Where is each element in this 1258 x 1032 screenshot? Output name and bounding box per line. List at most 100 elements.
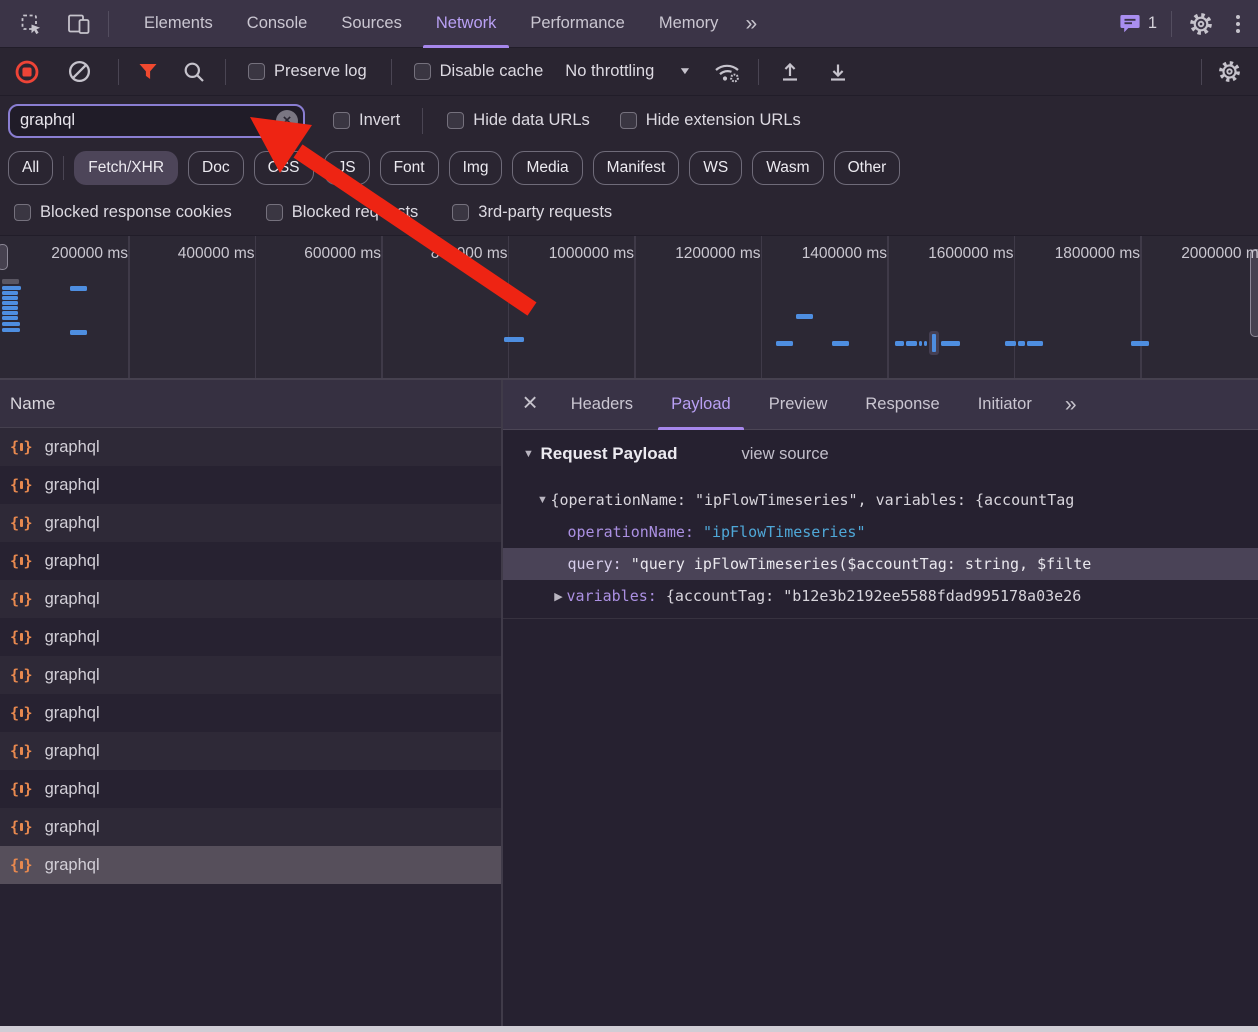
network-conditions-icon[interactable]	[712, 57, 742, 87]
payload-variables-line[interactable]: ▶ variables: {accountTag: "b12e3b2192ee5…	[503, 580, 1258, 612]
issues-count: 1	[1148, 14, 1157, 33]
tab-sources[interactable]: Sources	[324, 0, 419, 48]
record-network-log-icon[interactable]	[12, 57, 42, 87]
waterfall-bar	[924, 341, 927, 346]
tab-network[interactable]: Network	[419, 0, 514, 48]
timeline-tick-label: 1000000 ms	[514, 245, 644, 263]
blocked-requests-checkbox[interactable]	[266, 204, 283, 221]
chip-fetch-xhr[interactable]: Fetch/XHR	[74, 151, 178, 185]
request-row[interactable]: {}graphql	[0, 428, 501, 466]
request-row[interactable]: {}graphql	[0, 808, 501, 846]
issues-button[interactable]: 1	[1119, 13, 1157, 34]
json-request-icon: {}	[10, 704, 33, 722]
clear-network-log-icon[interactable]	[64, 57, 94, 87]
timeline-tick-label: 800000 ms	[388, 245, 518, 263]
request-row[interactable]: {}graphql	[0, 770, 501, 808]
collapse-triangle-icon[interactable]: ▼	[521, 448, 537, 460]
view-source-link[interactable]: view source	[742, 445, 829, 464]
close-details-icon[interactable]: ×	[503, 387, 552, 422]
selected-request-marker	[929, 331, 939, 355]
brace-bar	[20, 481, 23, 489]
network-settings-gear-icon[interactable]	[1214, 57, 1244, 87]
waterfall-bar	[2, 301, 18, 305]
kebab-menu-icon[interactable]	[1230, 15, 1246, 33]
throttling-select[interactable]: No throttling ▼	[565, 62, 690, 81]
chip-wasm[interactable]: Wasm	[752, 151, 823, 185]
request-row[interactable]: {}graphql	[0, 656, 501, 694]
payload-operation-line[interactable]: operationName: "ipFlowTimeseries"	[503, 516, 1258, 548]
request-row[interactable]: {}graphql	[0, 732, 501, 770]
settings-gear-icon[interactable]	[1186, 9, 1216, 39]
network-overview-timeline[interactable]: 200000 ms400000 ms600000 ms800000 ms1000…	[0, 235, 1258, 380]
payload-key: variables:	[567, 587, 657, 605]
details-tab-headers[interactable]: Headers	[552, 380, 652, 430]
chip-all[interactable]: All	[8, 151, 53, 185]
details-tab-initiator[interactable]: Initiator	[959, 380, 1051, 430]
payload-summary-line[interactable]: ▼ {operationName: "ipFlowTimeseries", va…	[503, 484, 1258, 516]
disable-cache-checkbox[interactable]	[414, 63, 431, 80]
3rd-party-requests-checkbox[interactable]	[452, 204, 469, 221]
overview-left-handle[interactable]	[0, 244, 8, 270]
disable-cache-label: Disable cache	[440, 62, 544, 81]
brace: {	[10, 704, 19, 722]
details-tab-bar: × HeadersPayloadPreviewResponseInitiator…	[503, 380, 1258, 430]
brace: {	[10, 818, 19, 836]
waterfall-bar	[832, 341, 849, 346]
filter-input[interactable]	[8, 104, 305, 138]
details-more-tabs-icon[interactable]: »	[1055, 393, 1086, 417]
chip-doc[interactable]: Doc	[188, 151, 244, 185]
brace: }	[24, 628, 33, 646]
filter-funnel-icon[interactable]	[133, 57, 163, 87]
payload-value: {accountTag: "b12e3b2192ee5588fdad995178…	[666, 587, 1081, 605]
clear-filter-icon[interactable]: ×	[276, 110, 298, 132]
details-tab-response[interactable]: Response	[846, 380, 958, 430]
chip-font[interactable]: Font	[380, 151, 439, 185]
tab-performance[interactable]: Performance	[513, 0, 641, 48]
blocked-response-cookies-checkbox[interactable]	[14, 204, 31, 221]
request-row[interactable]: {}graphql	[0, 846, 501, 884]
hide-data-urls-checkbox[interactable]	[447, 112, 464, 129]
inspect-element-icon[interactable]	[16, 9, 46, 39]
brace: }	[24, 742, 33, 760]
tab-elements[interactable]: Elements	[127, 0, 230, 48]
search-icon[interactable]	[179, 57, 209, 87]
payload-key: query:	[568, 555, 622, 573]
hide-data-urls-label: Hide data URLs	[473, 111, 589, 130]
import-har-icon[interactable]	[775, 57, 805, 87]
expand-triangle-icon[interactable]: ▶	[551, 590, 567, 603]
chip-media[interactable]: Media	[512, 151, 582, 185]
request-row[interactable]: {}graphql	[0, 466, 501, 504]
invert-checkbox[interactable]	[333, 112, 350, 129]
request-row[interactable]: {}graphql	[0, 542, 501, 580]
more-panels-icon[interactable]: »	[735, 12, 766, 36]
request-name: graphql	[45, 514, 100, 533]
json-request-icon: {}	[10, 476, 33, 494]
expand-triangle-icon[interactable]: ▼	[535, 494, 551, 506]
request-row[interactable]: {}graphql	[0, 580, 501, 618]
brace: {	[10, 552, 19, 570]
chip-css[interactable]: CSS	[254, 151, 314, 185]
payload-query-line-selected[interactable]: query: "query ipFlowTimeseries($accountT…	[503, 548, 1258, 580]
throttling-value: No throttling	[565, 62, 654, 81]
export-har-icon[interactable]	[823, 57, 853, 87]
tab-console[interactable]: Console	[230, 0, 325, 48]
divider	[422, 108, 423, 134]
preserve-log-checkbox[interactable]	[248, 63, 265, 80]
details-tab-payload[interactable]: Payload	[652, 380, 750, 430]
chip-img[interactable]: Img	[449, 151, 503, 185]
request-row[interactable]: {}graphql	[0, 504, 501, 542]
chip-js[interactable]: JS	[324, 151, 370, 185]
device-toolbar-icon[interactable]	[64, 9, 94, 39]
brace: {	[10, 514, 19, 532]
request-row[interactable]: {}graphql	[0, 618, 501, 656]
chip-manifest[interactable]: Manifest	[593, 151, 680, 185]
chip-ws[interactable]: WS	[689, 151, 742, 185]
tab-memory[interactable]: Memory	[642, 0, 736, 48]
details-tab-preview[interactable]: Preview	[750, 380, 847, 430]
request-row[interactable]: {}graphql	[0, 694, 501, 732]
chip-other[interactable]: Other	[834, 151, 901, 185]
name-column-header[interactable]: Name	[0, 380, 501, 428]
divider	[118, 59, 119, 85]
hide-extension-urls-checkbox[interactable]	[620, 112, 637, 129]
brace: }	[24, 438, 33, 456]
